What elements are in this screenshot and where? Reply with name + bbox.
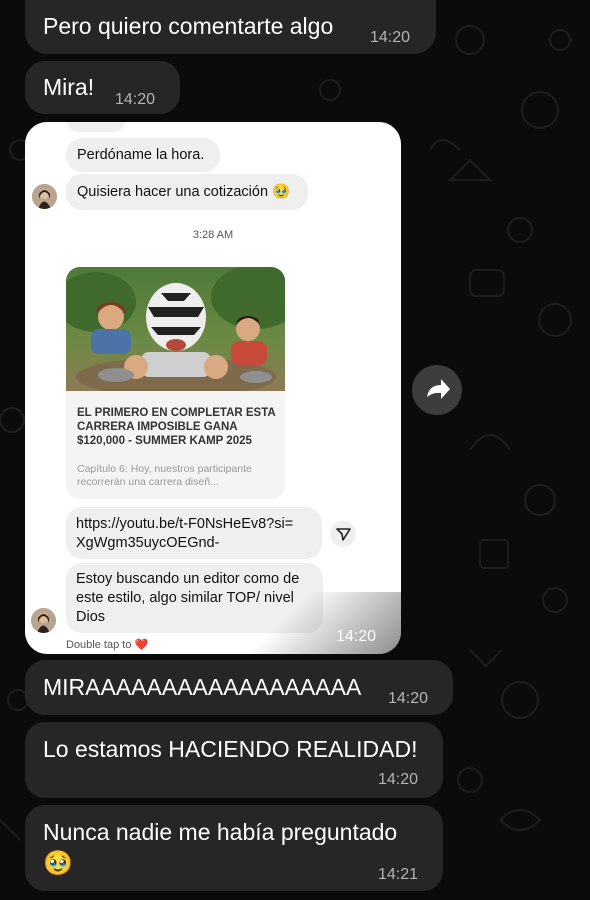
avatar xyxy=(31,608,56,633)
send-icon xyxy=(330,521,356,547)
screenshot-timestamp: 3:28 AM xyxy=(192,229,234,241)
link-preview-title: EL PRIMERO EN COMPLETAR ESTA CARRERA IMP… xyxy=(77,407,276,447)
message-line: Estoy buscando un editor como de xyxy=(76,571,300,587)
link-preview-card: EL PRIMERO EN COMPLETAR ESTA CARRERA IMP… xyxy=(66,267,285,499)
link-preview-description: Capítulo 6: Hoy, nuestros participante r… xyxy=(77,463,252,488)
message-time: 14:21 xyxy=(378,866,419,883)
previous-message-fragment xyxy=(66,122,126,132)
message-time: 14:20 xyxy=(378,771,419,788)
message-bubble[interactable]: Mira! 14:20 xyxy=(25,61,180,114)
share-arrow-icon[interactable] xyxy=(412,365,462,415)
link-text-line: XgWgm35uycOEGnd- xyxy=(76,535,220,551)
screenshot-message-text: Quisiera hacer una cotización 🥹 xyxy=(77,184,291,200)
message-time: 14:20 xyxy=(388,690,429,707)
message-text: Lo estamos HACIENDO REALIDAD! xyxy=(43,736,418,762)
screenshot-link-message: https://youtu.be/t-F0NsHeEv8?si= XgWgm35… xyxy=(66,507,322,559)
message-line: Dios xyxy=(76,609,106,625)
link-text-line: https://youtu.be/t-F0NsHeEv8?si= xyxy=(76,516,294,532)
screenshot-message: Quisiera hacer una cotización 🥹 xyxy=(66,174,308,210)
shared-screenshot-image[interactable]: Perdóname la hora. Quisiera hacer una co… xyxy=(25,122,401,654)
screenshot-message: Perdóname la hora. xyxy=(66,138,220,172)
message-bubble[interactable]: Nunca nadie me había preguntado 🥹 14:21 xyxy=(25,805,443,891)
double-tap-hint: Double tap to ❤️ xyxy=(66,639,149,651)
message-text: Pero quiero comentarte algo xyxy=(43,13,334,39)
emoji: 🥹 xyxy=(43,850,73,877)
video-thumbnail xyxy=(66,267,285,391)
message-text: Nunca nadie me había preguntado xyxy=(43,819,398,845)
message-time: 14:20 xyxy=(115,91,156,108)
screenshot-message-text: Perdóname la hora. xyxy=(77,147,205,163)
message-text: Mira! xyxy=(43,74,95,100)
message-bubble[interactable]: Pero quiero comentarte algo 14:20 xyxy=(25,0,436,54)
message-text: MIRAAAAAAAAAAAAAAAAAA xyxy=(43,674,362,700)
message-bubble[interactable]: Lo estamos HACIENDO REALIDAD! 14:20 xyxy=(25,722,443,798)
message-time: 14:20 xyxy=(370,29,411,46)
message-bubble[interactable]: MIRAAAAAAAAAAAAAAAAAA 14:20 xyxy=(25,660,453,715)
image-time: 14:20 xyxy=(336,628,377,645)
avatar xyxy=(32,184,57,209)
